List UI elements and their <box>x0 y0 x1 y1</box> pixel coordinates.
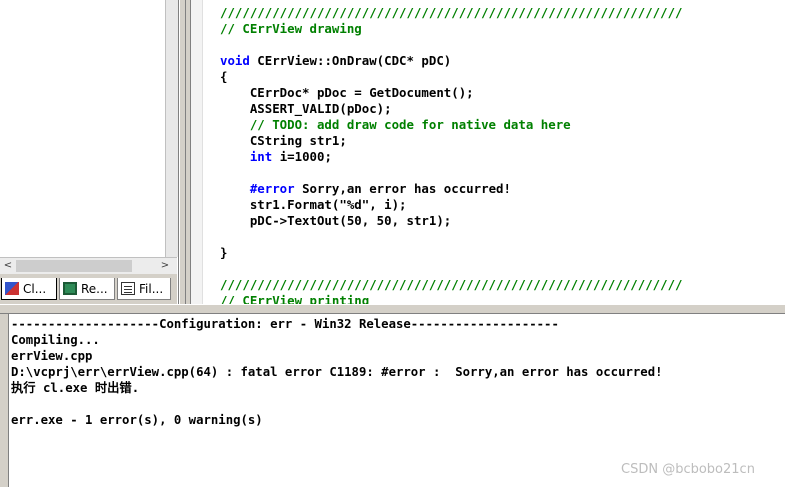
file-view-icon <box>121 282 135 295</box>
output-line: D:\vcprj\err\errView.cpp(64) : fatal err… <box>11 365 663 379</box>
code-line: CString str1; <box>220 133 347 148</box>
tab-file-view[interactable]: Fil... <box>117 278 171 300</box>
scroll-left-arrow-icon[interactable]: < <box>1 258 15 274</box>
watermark: CSDN @bcbobo21cn <box>621 462 755 477</box>
tab-resource-view-label: Re... <box>81 282 108 296</box>
horizontal-splitter[interactable] <box>0 304 785 314</box>
tab-class-view[interactable]: Cl... <box>1 278 57 300</box>
code-comment-line: // CErrView printing <box>220 293 370 304</box>
resource-view-icon <box>63 282 77 295</box>
output-line: errView.cpp <box>11 349 93 363</box>
scroll-right-arrow-icon[interactable]: > <box>158 258 172 274</box>
code-line: { <box>220 69 228 84</box>
code-line: ASSERT_VALID(pDoc); <box>220 101 392 116</box>
splitter-groove <box>185 0 186 304</box>
output-line: Compiling... <box>11 333 100 347</box>
code-line: pDC->TextOut(50, 50, str1); <box>220 213 452 228</box>
code-comment-line: ////////////////////////////////////////… <box>220 277 683 292</box>
code-comment-line: ////////////////////////////////////////… <box>220 5 683 20</box>
code-line: #error Sorry,an error has occurred! <box>249 181 511 196</box>
code-keyword: int <box>249 149 273 164</box>
output-gutter <box>0 314 9 487</box>
code-comment-line: // CErrView drawing <box>220 21 362 36</box>
code-editor[interactable]: ////////////////////////////////////////… <box>191 0 785 304</box>
tab-class-view-label: Cl... <box>23 282 47 296</box>
workspace-pane: < > Cl... Re... Fil... <box>0 0 179 304</box>
tab-file-view-label: Fil... <box>139 282 164 296</box>
tab-resource-view[interactable]: Re... <box>59 278 115 300</box>
code-keyword: void <box>220 53 250 68</box>
editor-selection-margin[interactable] <box>191 0 203 304</box>
code-line: void CErrView::OnDraw(CDC* pDC) <box>220 53 452 68</box>
class-view-icon <box>5 282 19 295</box>
code-lines: ////////////////////////////////////////… <box>220 5 683 304</box>
scroll-thumb[interactable] <box>16 260 132 272</box>
output-line: 执行 cl.exe 时出错. <box>11 381 140 395</box>
vertical-splitter[interactable] <box>179 0 191 304</box>
code-comment-line: // TODO: add draw code for native data h… <box>220 117 571 132</box>
workspace-vertical-scrollbar[interactable] <box>165 0 178 257</box>
code-line: str1.Format("%d", i); <box>220 197 407 212</box>
workspace-horizontal-scrollbar[interactable]: < > <box>0 257 177 274</box>
code-line: int i=1000; <box>249 149 332 164</box>
code-line: } <box>220 245 228 260</box>
workspace-tabs: Cl... Re... Fil... <box>0 274 177 304</box>
code-line: CErrDoc* pDoc = GetDocument(); <box>220 85 474 100</box>
output-line: --------------------Configuration: err -… <box>11 317 559 331</box>
code-keyword: #error <box>249 181 295 196</box>
build-output-lines: --------------------Configuration: err -… <box>11 316 663 428</box>
output-line: err.exe - 1 error(s), 0 warning(s) <box>11 413 263 427</box>
